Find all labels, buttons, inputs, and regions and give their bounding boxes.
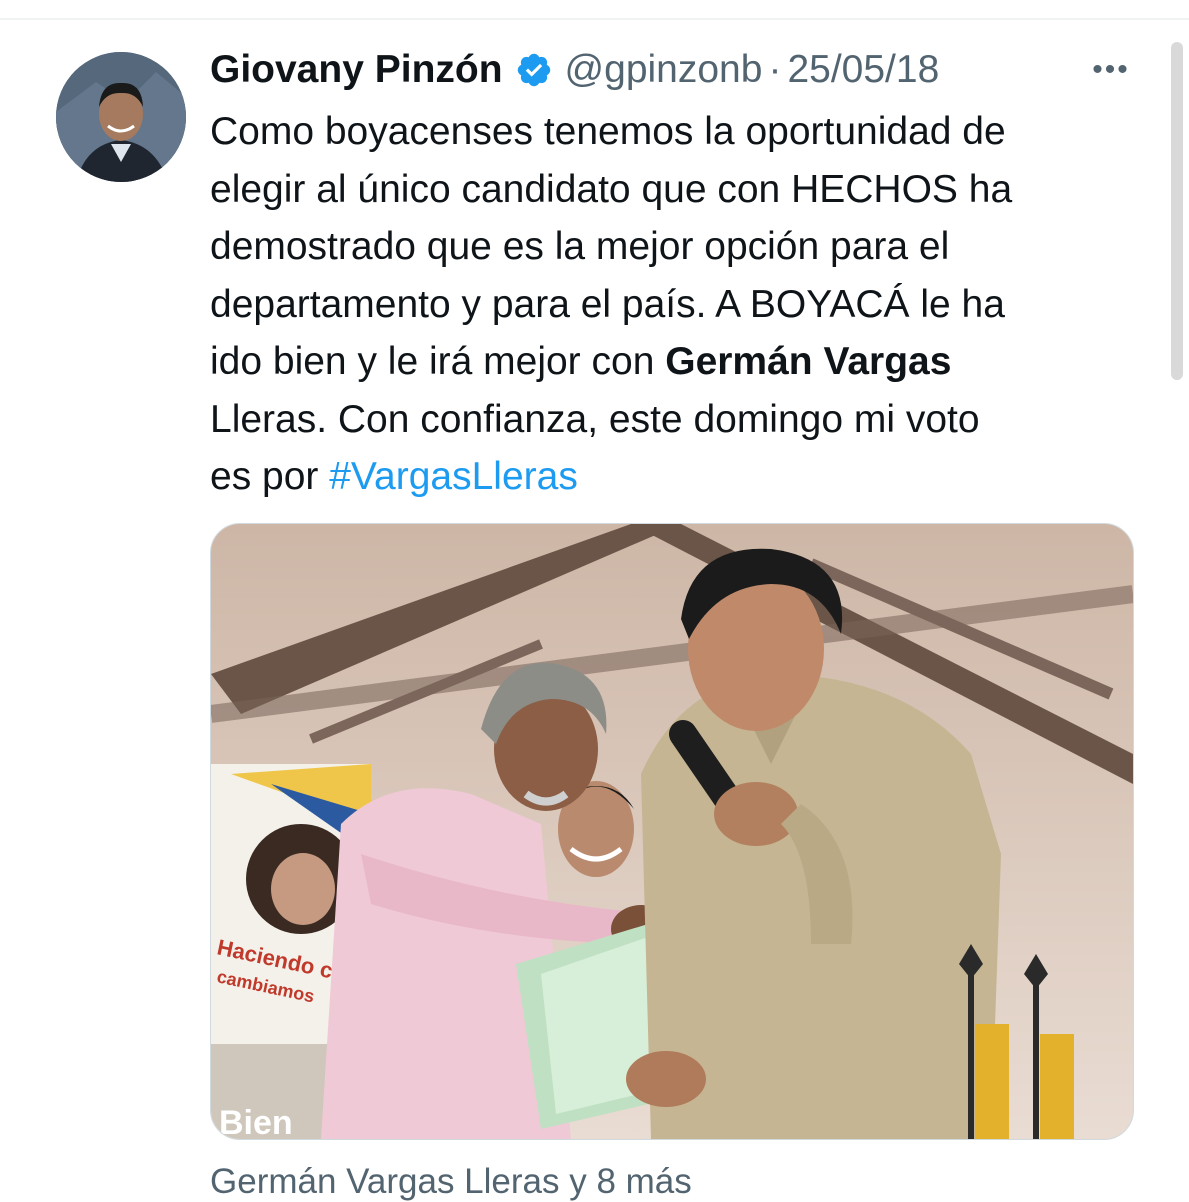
tweet-date[interactable]: 25/05/18 bbox=[787, 48, 939, 92]
photo-scene: Haciendo c cambiamos Bien bbox=[211, 524, 1133, 1139]
author-handle[interactable]: @gpinzonb bbox=[565, 48, 763, 92]
tweet-text-part: Lleras. Con confianza, este domingo mi v… bbox=[210, 397, 980, 499]
avatar-photo bbox=[56, 52, 186, 182]
more-horizontal-icon[interactable]: ••• bbox=[1086, 50, 1136, 90]
mention-german-vargas: Germán Vargas bbox=[665, 340, 952, 383]
separator-dot: · bbox=[768, 48, 782, 91]
top-divider bbox=[0, 0, 1189, 20]
tagged-people-link[interactable]: Germán Vargas Lleras y 8 más bbox=[210, 1162, 692, 1202]
author-name[interactable]: Giovany Pinzón bbox=[210, 48, 503, 92]
scrollbar-thumb[interactable] bbox=[1171, 42, 1183, 380]
tweet-text: Como boyacenses tenemos la oportunidad d… bbox=[210, 103, 1140, 506]
tweet-header: Giovany Pinzón @gpinzonb · 25/05/18 bbox=[210, 42, 939, 98]
author-avatar[interactable] bbox=[56, 52, 186, 182]
verified-badge-icon bbox=[515, 51, 553, 89]
hashtag-link[interactable]: #VargasLleras bbox=[329, 455, 578, 498]
tweet-photo[interactable]: Haciendo c cambiamos Bien bbox=[210, 523, 1134, 1140]
poster-text: Bien bbox=[219, 1104, 293, 1139]
